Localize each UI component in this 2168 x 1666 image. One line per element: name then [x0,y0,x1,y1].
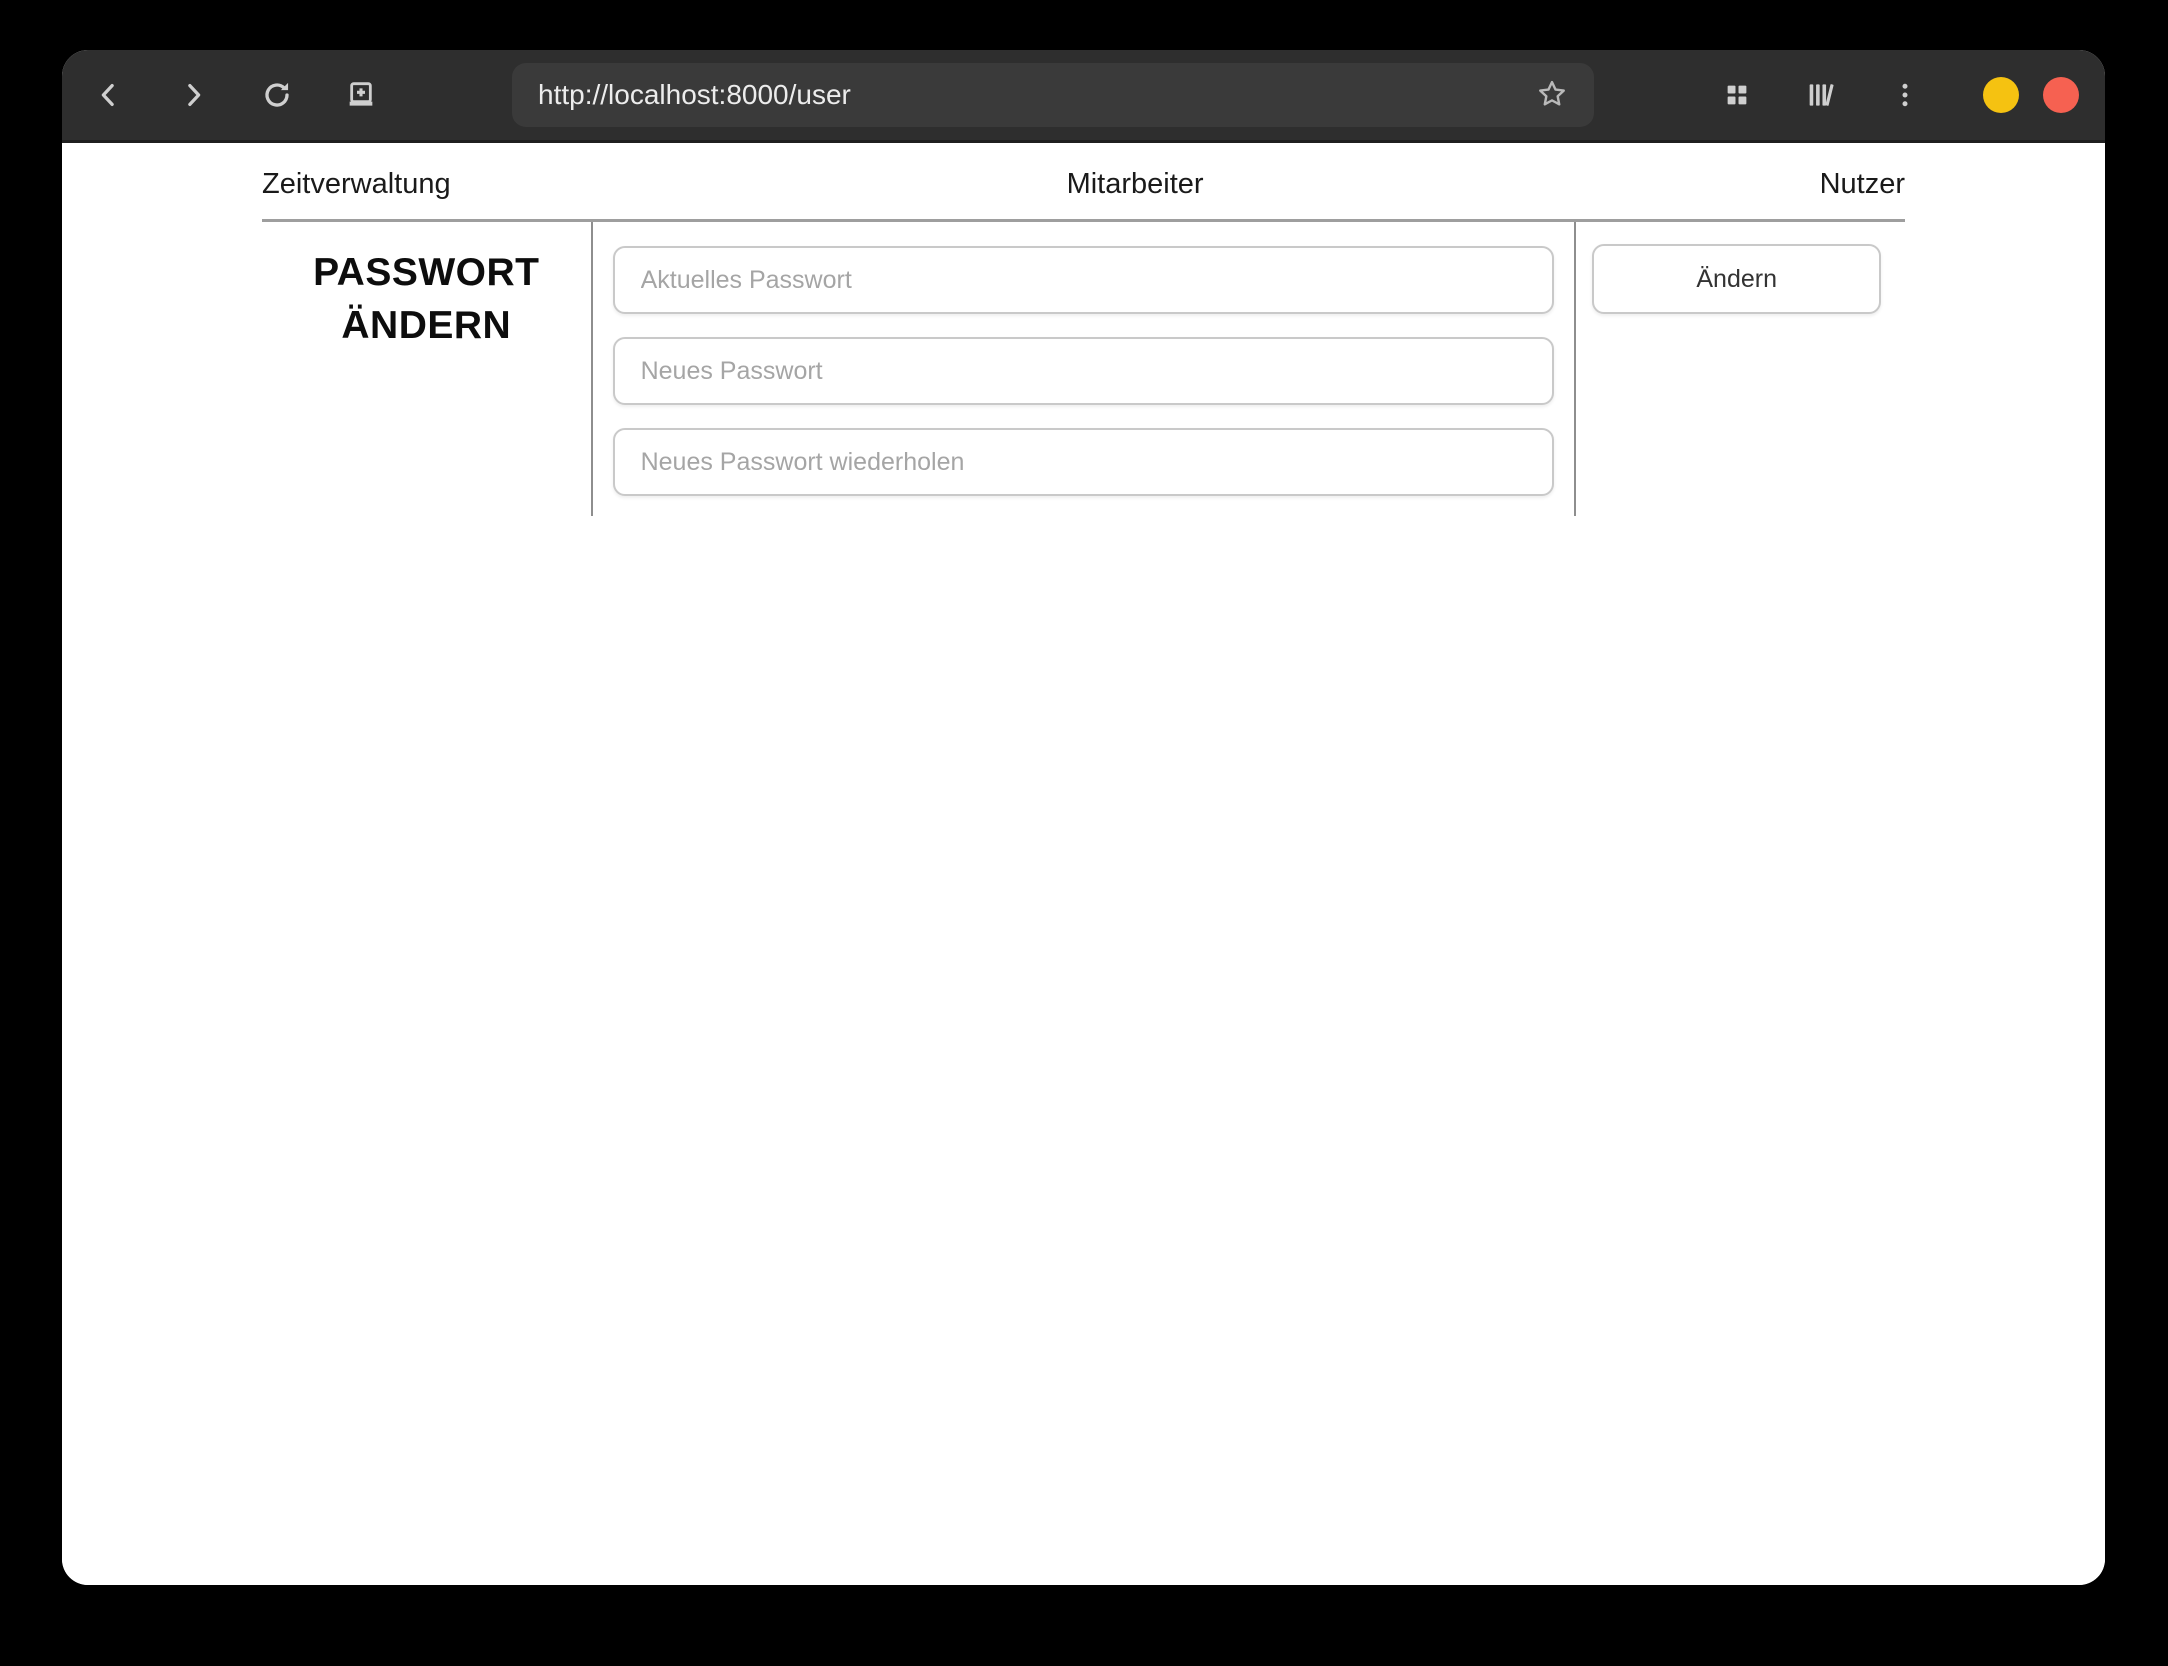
bookmark-button[interactable] [1530,73,1574,117]
minimize-window-button[interactable] [1983,77,2019,113]
close-window-button[interactable] [2043,77,2079,113]
back-button[interactable] [82,68,136,122]
tab-grid-icon [1722,80,1752,110]
content-container: Zeitverwaltung Mitarbeiter Nutzer PASSWO… [262,143,1905,516]
nav-link-zeitverwaltung[interactable]: Zeitverwaltung [262,168,451,201]
main-nav: Zeitverwaltung Mitarbeiter Nutzer [262,143,1905,222]
new-tab-button[interactable] [334,68,388,122]
password-form [590,222,1577,516]
browser-toolbar [62,50,2105,143]
url-bar[interactable] [512,63,1594,127]
url-input[interactable] [538,79,1530,111]
current-password-field[interactable] [612,246,1555,314]
forward-button[interactable] [166,68,220,122]
bookmark-star-icon [1535,77,1569,114]
page-content: Zeitverwaltung Mitarbeiter Nutzer PASSWO… [62,143,2105,1585]
tab-overview-button[interactable] [1710,68,1764,122]
nav-link-nutzer[interactable]: Nutzer [1820,168,1905,201]
browser-window: Zeitverwaltung Mitarbeiter Nutzer PASSWO… [62,50,2105,1585]
nav-link-mitarbeiter[interactable]: Mitarbeiter [1067,168,1204,201]
action-column: Ändern [1576,222,1905,516]
back-icon [94,80,124,110]
repeat-password-field[interactable] [612,428,1555,496]
menu-kebab-icon [1890,80,1920,110]
new-password-field[interactable] [612,337,1555,405]
reload-icon [261,79,293,111]
password-section: PASSWORT ÄNDERN Ändern [262,222,1905,516]
forward-icon [178,80,208,110]
new-tab-icon [345,79,377,111]
library-icon [1805,79,1837,111]
section-heading: PASSWORT ÄNDERN [313,251,540,347]
library-button[interactable] [1794,68,1848,122]
change-password-button[interactable]: Ändern [1592,244,1881,314]
main-menu-button[interactable] [1878,68,1932,122]
reload-button[interactable] [250,68,304,122]
